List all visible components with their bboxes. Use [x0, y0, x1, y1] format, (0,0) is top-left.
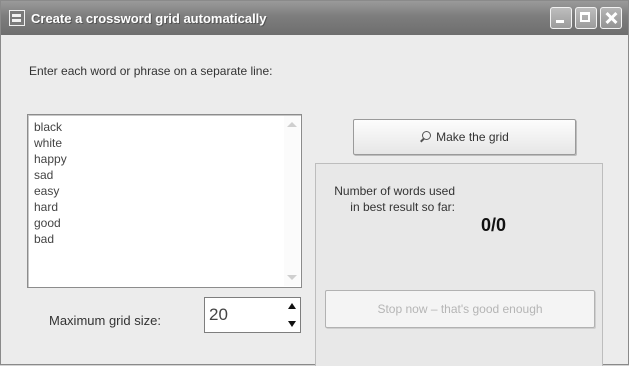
- word-line: hard: [34, 200, 59, 214]
- title-bar[interactable]: Create a crossword grid automatically: [1, 1, 628, 35]
- word-list-textarea[interactable]: black white happy sad easy hard good bad: [27, 114, 302, 288]
- spinner-buttons: [288, 301, 298, 329]
- word-line: black: [34, 120, 63, 134]
- make-grid-label: Make the grid: [436, 130, 509, 144]
- words-used-label: Number of words used in best result so f…: [334, 184, 455, 214]
- magnifier-icon: [420, 131, 432, 143]
- word-line: sad: [34, 168, 54, 182]
- minimize-icon[interactable]: [550, 7, 572, 29]
- spin-down-icon[interactable]: [288, 321, 296, 327]
- instructions-label: Enter each word or phrase on a separate …: [29, 64, 273, 78]
- word-line: good: [34, 216, 61, 230]
- stop-button-label: Stop now – that's good enough: [377, 302, 543, 316]
- max-grid-size-value[interactable]: 20: [209, 305, 228, 325]
- window-controls: [550, 7, 622, 29]
- maximize-icon[interactable]: [575, 7, 597, 29]
- max-grid-size-spinner[interactable]: 20: [204, 297, 301, 333]
- stop-button[interactable]: Stop now – that's good enough: [325, 290, 595, 328]
- spin-up-icon[interactable]: [288, 303, 296, 309]
- word-line: white: [34, 136, 63, 150]
- word-line: bad: [34, 232, 55, 246]
- make-grid-button[interactable]: Make the grid: [353, 119, 576, 155]
- crossword-window: Create a crossword grid automatically En…: [0, 0, 629, 366]
- score-value: 0/0: [481, 215, 507, 235]
- word-line: happy: [34, 152, 67, 166]
- window-title: Create a crossword grid automatically: [31, 10, 267, 26]
- word-line: easy: [34, 184, 60, 198]
- vertical-scrollbar[interactable]: [284, 116, 300, 286]
- word-list: black white happy sad easy hard good bad: [28, 115, 301, 247]
- close-icon[interactable]: [600, 7, 622, 29]
- app-icon[interactable]: [9, 10, 25, 26]
- scroll-down-icon[interactable]: [287, 275, 297, 280]
- scroll-up-icon[interactable]: [287, 122, 297, 127]
- max-grid-size-label: Maximum grid size:: [49, 313, 161, 328]
